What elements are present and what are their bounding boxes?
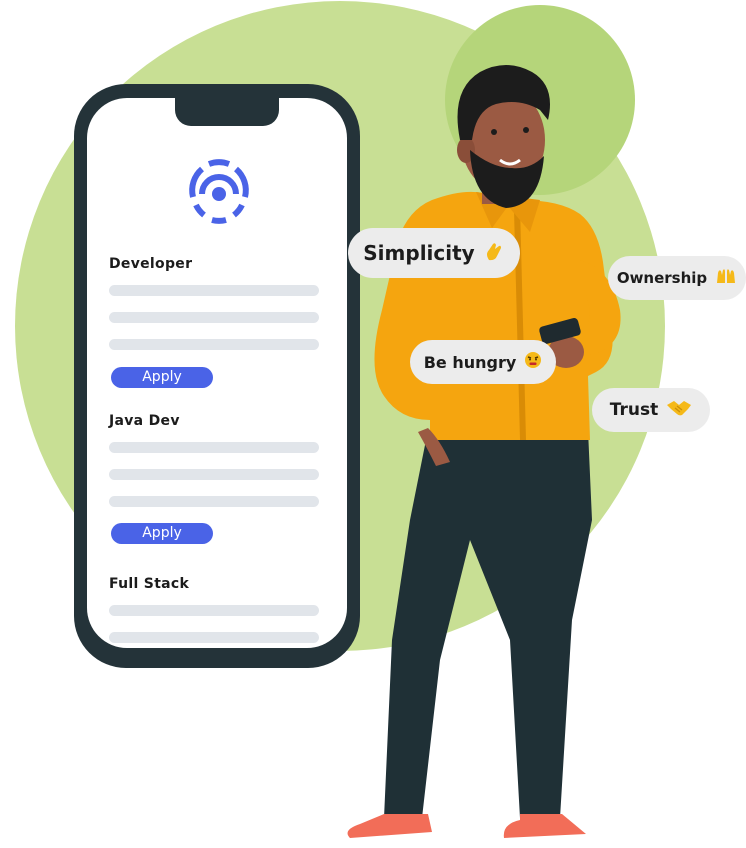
- crossed-fingers-icon: [483, 240, 505, 267]
- value-label: Simplicity: [363, 241, 475, 265]
- skeleton-line: [109, 496, 319, 507]
- value-bubble-trust: Trust: [592, 388, 710, 432]
- value-label: Trust: [609, 400, 659, 420]
- job-title: Java Dev: [109, 413, 180, 429]
- person-right-shoe: [503, 814, 586, 838]
- skeleton-line: [109, 285, 319, 296]
- skeleton-line: [109, 312, 319, 323]
- person-left-shoe: [347, 814, 432, 838]
- apply-button[interactable]: Apply: [111, 367, 213, 388]
- value-bubble-be-hungry: Be hungry: [410, 340, 556, 384]
- raising-hands-icon: [715, 267, 737, 289]
- angry-face-icon: [524, 351, 542, 373]
- person-eye-right: [523, 127, 529, 133]
- apply-button[interactable]: Apply: [111, 523, 213, 544]
- phone-notch: [175, 98, 279, 126]
- phone-mockup: Developer Apply Java Dev Apply Full Stac…: [74, 84, 360, 668]
- skeleton-line: [109, 605, 319, 616]
- skeleton-line: [109, 442, 319, 453]
- skeleton-line: [109, 632, 319, 643]
- job-title: Developer: [109, 256, 193, 272]
- value-label: Ownership: [616, 269, 708, 287]
- person-eye-left: [491, 129, 497, 135]
- job-title: Full Stack: [109, 576, 190, 592]
- value-bubble-simplicity: Simplicity: [348, 228, 520, 278]
- phone-screen: Developer Apply Java Dev Apply Full Stac…: [87, 98, 347, 648]
- target-logo-icon: [189, 159, 249, 224]
- skeleton-line: [109, 339, 319, 350]
- illustration-stage: Developer Apply Java Dev Apply Full Stac…: [0, 0, 746, 848]
- skeleton-line: [109, 469, 319, 480]
- handshake-icon: [666, 399, 692, 422]
- value-label: Be hungry: [423, 352, 517, 372]
- value-bubble-ownership: Ownership: [608, 256, 746, 300]
